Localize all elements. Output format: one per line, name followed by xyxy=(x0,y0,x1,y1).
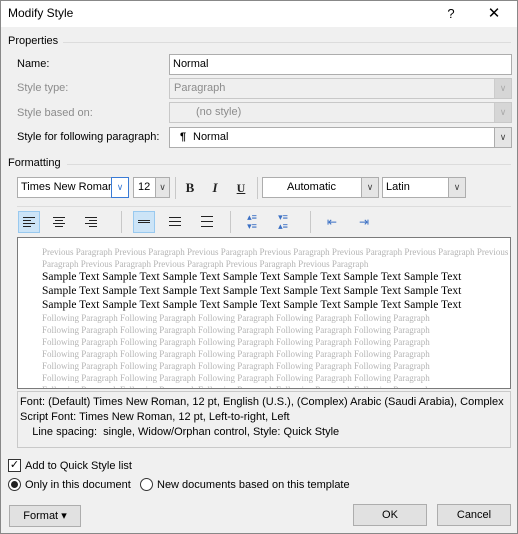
new-documents-radio[interactable] xyxy=(140,478,153,491)
description-line: Line spacing: single, Widow/Orphan contr… xyxy=(20,426,340,438)
font-size-select[interactable]: 12 ∨ xyxy=(133,177,170,198)
decrease-spacing-button[interactable]: ▾≡ ▴≡ xyxy=(272,211,294,233)
toolbar-separator xyxy=(257,177,258,199)
following-paragraph-label: Style for following paragraph: xyxy=(17,131,160,143)
close-button[interactable]: ✕ xyxy=(479,3,509,25)
preview-following-line: Following Paragraph Following Paragraph … xyxy=(42,313,430,323)
toolbar-separator xyxy=(310,211,311,233)
preview-following-line: Following Paragraph Following Paragraph … xyxy=(42,337,430,347)
line-spacing-double-button[interactable] xyxy=(197,211,219,233)
properties-section-label: Properties xyxy=(8,35,59,47)
bold-button[interactable]: B xyxy=(179,177,201,199)
line-spacing-1.5-icon xyxy=(169,217,183,228)
preview-following-line: Following Paragraph Following Paragraph … xyxy=(42,361,430,371)
align-right-button[interactable] xyxy=(81,211,103,233)
decrease-indent-button[interactable]: ⇤ xyxy=(321,211,343,233)
increase-indent-button[interactable]: ⇥ xyxy=(353,211,375,233)
chevron-down-icon: ∨ xyxy=(361,177,379,198)
chevron-down-icon: ∨ xyxy=(494,103,511,122)
line-spacing-double-icon xyxy=(201,216,215,229)
preview-sample-line: Sample Text Sample Text Sample Text Samp… xyxy=(42,285,462,297)
name-label-text: Name: xyxy=(17,58,50,70)
ok-button[interactable]: OK xyxy=(353,504,427,526)
line-spacing-single-button[interactable] xyxy=(133,211,155,233)
only-this-document-label[interactable]: Only in this document xyxy=(25,479,131,491)
preview-previous-line: Paragraph Previous Paragraph Previous Pa… xyxy=(42,259,369,269)
script-value: Latin xyxy=(386,181,410,193)
formatting-section-label: Formatting xyxy=(8,157,61,169)
chevron-down-icon: ∨ xyxy=(111,177,129,198)
preview-sample-line: Sample Text Sample Text Sample Text Samp… xyxy=(42,271,462,283)
decrease-indent-icon: ⇤ xyxy=(326,215,338,229)
increase-indent-icon: ⇥ xyxy=(358,215,370,229)
name-label: Name: xyxy=(17,58,49,70)
font-size-value: 12 xyxy=(138,181,151,193)
preview-following-line: Following Paragraph Following Paragraph … xyxy=(42,349,430,359)
chevron-down-icon: ∨ xyxy=(494,127,512,148)
style-based-on-label: Style based on: xyxy=(17,107,93,119)
toolbar-divider xyxy=(17,206,511,207)
modify-style-dialog: Modify Style ? ✕ Properties Name: Normal… xyxy=(0,0,518,534)
align-center-button[interactable] xyxy=(49,211,71,233)
underline-button[interactable]: U xyxy=(230,177,252,199)
dialog-title: Modify Style xyxy=(8,6,74,20)
style-type-label: Style type: xyxy=(17,82,69,94)
style-based-on-value: (no style) xyxy=(196,106,242,118)
only-this-document-radio[interactable] xyxy=(8,478,21,491)
font-color-value: Automatic xyxy=(287,181,336,193)
title-bar: Modify Style ? ✕ xyxy=(1,1,517,27)
style-description: Font: (Default) Times New Roman, 12 pt, … xyxy=(17,391,511,448)
chevron-down-icon: ∨ xyxy=(494,79,511,98)
script-select[interactable]: Latin ∨ xyxy=(382,177,466,198)
cancel-button[interactable]: Cancel xyxy=(437,504,511,526)
toolbar-separator xyxy=(175,177,176,199)
increase-paragraph-spacing-icon: ▴≡ ▾≡ xyxy=(247,212,257,231)
line-spacing-single-icon xyxy=(138,220,152,225)
description-line: Script Font: Times New Roman, 12 pt, Lef… xyxy=(20,411,290,423)
increase-spacing-button[interactable]: ▴≡ ▾≡ xyxy=(241,211,263,233)
chevron-down-icon: ∨ xyxy=(155,177,170,198)
style-type-value: Paragraph xyxy=(174,82,226,94)
toolbar-separator xyxy=(121,211,122,233)
preview-previous-line: Previous Paragraph Previous Paragraph Pr… xyxy=(42,247,509,257)
pilcrow-icon: ¶ xyxy=(180,131,187,143)
format-button-label: Format xyxy=(23,510,59,522)
preview-following-line: Following Paragraph Following Paragraph … xyxy=(42,385,430,388)
help-button[interactable]: ? xyxy=(439,3,463,25)
caret-down-icon: ▾ xyxy=(61,510,67,522)
style-based-on-select[interactable]: (no style) ∨ xyxy=(169,102,512,123)
font-color-select[interactable]: Automatic ∨ xyxy=(262,177,379,198)
line-spacing-1-5-button[interactable] xyxy=(165,211,187,233)
new-documents-label[interactable]: New documents based on this template xyxy=(157,479,350,491)
preview-following-line: Following Paragraph Following Paragraph … xyxy=(42,373,430,383)
align-left-button[interactable] xyxy=(18,211,40,233)
name-input[interactable]: Normal xyxy=(169,54,512,75)
format-button[interactable]: Format ▾ xyxy=(9,505,81,527)
preview-sample-line: Sample Text Sample Text Sample Text Samp… xyxy=(42,299,462,311)
add-quick-style-checkbox[interactable]: ✓ xyxy=(8,459,21,472)
decrease-paragraph-spacing-icon: ▾≡ ▴≡ xyxy=(278,212,288,231)
following-paragraph-value: Normal xyxy=(193,131,229,143)
font-select[interactable]: Times New Roman ∨ xyxy=(17,177,129,198)
style-type-select[interactable]: Paragraph ∨ xyxy=(169,78,512,99)
font-value: Times New Roman xyxy=(21,181,115,193)
style-preview: Previous Paragraph Previous Paragraph Pr… xyxy=(17,237,511,389)
description-line: Font: (Default) Times New Roman, 12 pt, … xyxy=(20,396,504,408)
add-quick-style-label[interactable]: Add to Quick Style list xyxy=(25,460,132,472)
formatting-divider xyxy=(67,164,511,165)
align-center-icon xyxy=(53,217,67,229)
following-paragraph-select[interactable]: ¶ Normal ∨ xyxy=(169,127,512,148)
chevron-down-icon: ∨ xyxy=(448,177,466,198)
name-input-value: Normal xyxy=(173,58,209,70)
align-right-icon xyxy=(85,217,99,229)
properties-divider xyxy=(63,42,511,43)
toolbar-separator xyxy=(230,211,231,233)
preview-following-line: Following Paragraph Following Paragraph … xyxy=(42,325,430,335)
italic-button[interactable]: I xyxy=(204,177,226,199)
align-left-icon xyxy=(23,217,37,229)
